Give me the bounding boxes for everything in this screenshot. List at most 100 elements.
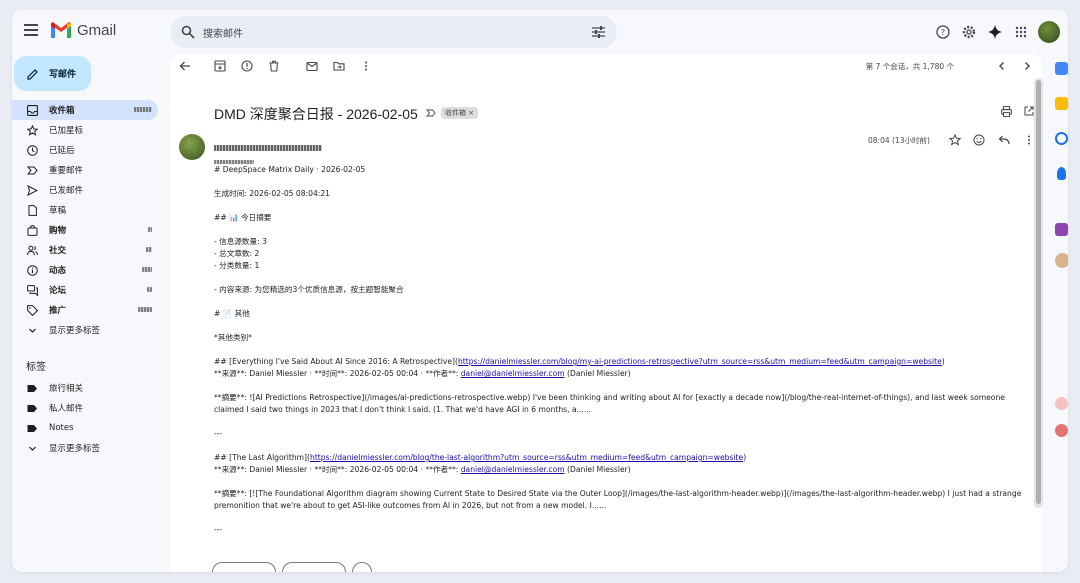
trash-icon[interactable] [268, 60, 280, 72]
article-title: ## [The Last Algorithm](https://danielmi… [214, 452, 1029, 464]
label-item-more[interactable]: 显示更多标签 [12, 438, 158, 458]
draft-icon [28, 204, 37, 216]
sidebar-item-inbox[interactable]: 收件箱 [12, 100, 158, 120]
chevron-right-icon[interactable] [1021, 60, 1033, 72]
sidebar-item-forums[interactable]: 论坛 [12, 280, 158, 300]
mark-unread-icon[interactable] [306, 60, 318, 72]
author-email-link[interactable]: daniel@danielmiessler.com [461, 465, 565, 474]
contacts-icon[interactable] [1057, 167, 1066, 180]
gmail-m-icon [51, 22, 71, 38]
compose-button[interactable]: 写邮件 [14, 56, 91, 91]
sidebar-item-snoozed[interactable]: 已延后 [12, 140, 158, 160]
chevron-down-icon [29, 328, 36, 333]
search-icon[interactable] [181, 25, 195, 39]
addon-icon[interactable] [1055, 397, 1068, 410]
unread-count [138, 306, 152, 314]
keep-icon[interactable] [1055, 97, 1068, 110]
menu-icon[interactable] [24, 24, 38, 36]
gmail-window: Gmail 搜索邮件 ? 写邮件 收件箱 已加星标 已延后 重要邮件 已发邮件 … [12, 10, 1068, 572]
back-arrow-icon[interactable] [179, 60, 191, 72]
search-bar[interactable]: 搜索邮件 [170, 16, 617, 48]
message-toolbar: 第 7 个会话，共 1,780 个 [170, 54, 1042, 78]
unread-count [146, 246, 152, 254]
app-name: Gmail [77, 21, 117, 39]
move-to-folder-icon[interactable] [333, 60, 345, 72]
sidebar-item-label: 草稿 [49, 206, 67, 216]
label-item-label: 旅行相关 [49, 384, 84, 394]
report-spam-icon[interactable] [241, 60, 253, 72]
body-text: **来源**: Daniel Miessler · **时间**: 2026-0… [214, 465, 461, 474]
article-summary: **摘要**: ![AI Predictions Retrospective](… [214, 393, 1008, 414]
sidebar-item-important[interactable]: 重要邮件 [12, 160, 158, 180]
addon-icon[interactable] [1055, 424, 1068, 437]
apps-grid-icon[interactable] [1010, 21, 1032, 43]
sidebar-item-social[interactable]: 社交 [12, 240, 158, 260]
more-vertical-icon[interactable] [360, 60, 372, 72]
label-icon [27, 404, 37, 412]
body-text: (Daniel Miessler) [564, 369, 631, 378]
sidebar-item-sent[interactable]: 已发邮件 [12, 180, 158, 200]
label-item-label: 私人邮件 [49, 404, 84, 414]
article-link[interactable]: https://danielmiessler.com/blog/my-ai-pr… [458, 357, 942, 366]
scrollbar-thumb[interactable] [1036, 80, 1041, 504]
inbox-icon [27, 104, 38, 116]
sidebar-item-label: 社交 [49, 246, 67, 256]
article-meta: **来源**: Daniel Miessler · **时间**: 2026-0… [214, 368, 1029, 380]
chevron-left-icon[interactable] [996, 60, 1008, 72]
sidebar-item-drafts[interactable]: 草稿 [12, 200, 158, 220]
article-title: ## [Everything I've Said About AI Since … [214, 356, 1029, 368]
open-new-window-icon[interactable] [1024, 106, 1034, 116]
body-line: *其他类别* [214, 333, 252, 342]
addon-icon[interactable] [1055, 223, 1068, 236]
emoji-icon[interactable] [973, 134, 985, 146]
shopping-icon [27, 224, 38, 236]
forum-icon [27, 284, 38, 296]
account-avatar[interactable] [1038, 21, 1060, 43]
reply-button[interactable] [212, 562, 276, 572]
social-icon [27, 245, 38, 255]
pencil-icon [27, 68, 38, 80]
message-subject: DMD 深度聚合日报 - 2026-02-05 [214, 106, 418, 122]
calendar-icon[interactable] [1055, 62, 1068, 75]
star-icon[interactable] [949, 134, 961, 146]
sidebar-item-label: 购物 [49, 226, 67, 236]
search-options-icon[interactable] [592, 26, 605, 38]
body-line: - 总文章数: 2 [214, 249, 260, 258]
sidebar-item-updates[interactable]: 动态 [12, 260, 158, 280]
sidebar-item-label: 重要邮件 [49, 166, 84, 176]
sender-avatar[interactable] [179, 134, 205, 160]
tasks-icon[interactable] [1055, 132, 1068, 145]
archive-icon[interactable] [214, 60, 226, 72]
author-email-link[interactable]: daniel@danielmiessler.com [461, 369, 565, 378]
label-item-notes[interactable]: Notes [12, 418, 158, 438]
label-item-personal[interactable]: 私人邮件 [12, 398, 158, 418]
body-line: - 内容来源: 为您精选的3个优质信息源，按主题智能聚合 [214, 285, 404, 294]
star-icon [27, 124, 38, 136]
search-input[interactable]: 搜索邮件 [203, 25, 243, 40]
print-icon[interactable] [1001, 106, 1012, 117]
body-line: - 信息源数量: 3 [214, 237, 267, 246]
gemini-sparkle-icon[interactable] [984, 21, 1006, 43]
reply-icon[interactable] [998, 134, 1010, 146]
label-icon [27, 384, 37, 392]
sidebar-item-more[interactable]: 显示更多标签 [12, 320, 158, 340]
sidebar-item-shopping[interactable]: 购物 [12, 220, 158, 240]
sidebar-item-starred[interactable]: 已加星标 [12, 120, 158, 140]
label-item-travel[interactable]: 旅行相关 [12, 378, 158, 398]
important-marker-icon[interactable] [426, 108, 436, 118]
svg-text:?: ? [941, 28, 945, 37]
body-text: ## [Everything I've Said About AI Since … [214, 357, 458, 366]
gmail-logo[interactable]: Gmail [50, 21, 116, 39]
message-time: 08:04 (13小时前) [868, 136, 930, 145]
unread-count [142, 266, 152, 274]
addon-avatar-icon[interactable] [1055, 253, 1068, 268]
unread-count [147, 286, 152, 294]
settings-gear-icon[interactable] [958, 21, 980, 43]
inbox-label-chip[interactable]: 收件箱 × [441, 107, 479, 119]
article-link[interactable]: https://danielmiessler.com/blog/the-last… [310, 453, 743, 462]
emoji-reaction-button[interactable] [352, 562, 372, 572]
sidebar-item-promotions[interactable]: 推广 [12, 300, 158, 320]
help-icon[interactable]: ? [932, 21, 954, 43]
forward-button[interactable] [282, 562, 346, 572]
sidebar-item-label: 已加星标 [49, 126, 84, 136]
